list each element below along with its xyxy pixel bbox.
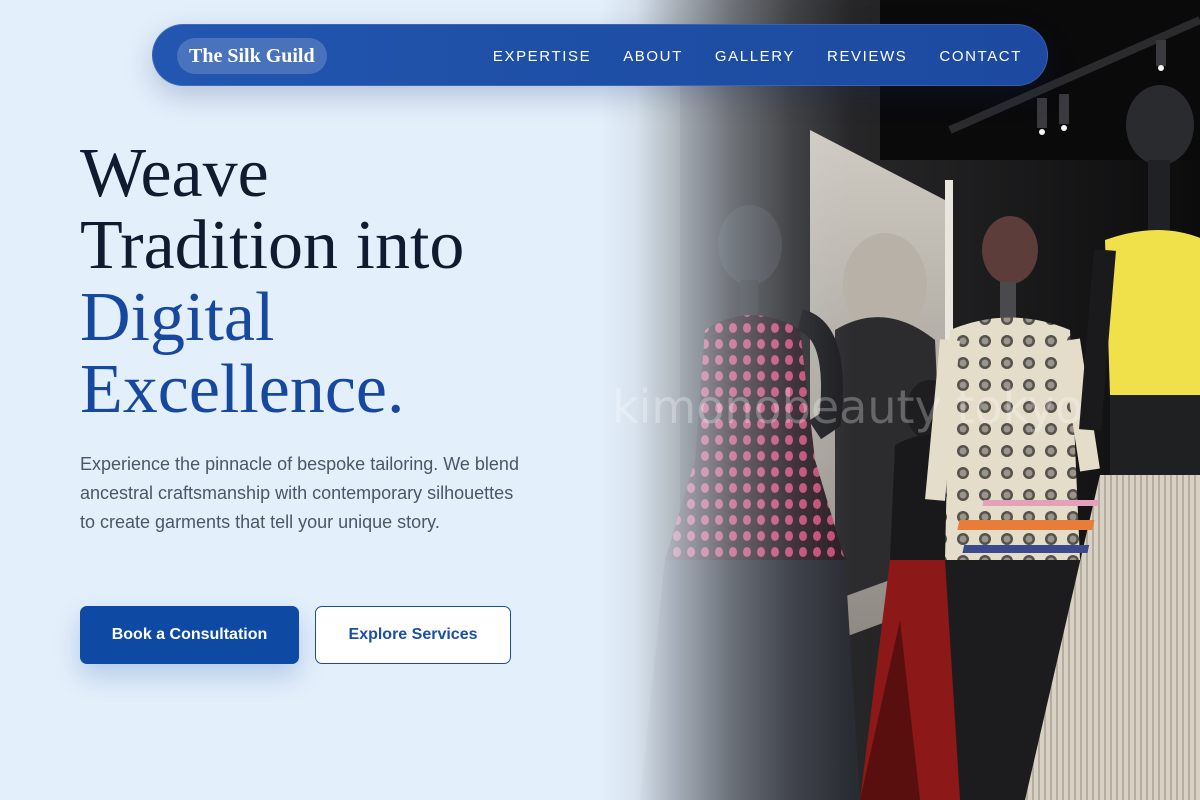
nav-link-expertise[interactable]: EXPERTISE <box>493 48 591 65</box>
explore-services-button[interactable]: Explore Services <box>315 606 511 664</box>
top-navigation-bar: The Silk Guild EXPERTISE ABOUT GALLERY R… <box>152 24 1048 86</box>
nav-links: EXPERTISE ABOUT GALLERY REVIEWS CONTACT <box>493 25 1022 87</box>
headline-accent-line-2: Excellence. <box>80 351 405 428</box>
hero-description: Experience the pinnacle of bespoke tailo… <box>80 454 519 532</box>
headline-accent-line-1: Digital <box>80 279 275 356</box>
nav-link-reviews[interactable]: REVIEWS <box>827 48 907 65</box>
image-watermark: kimonobeauty tokyo <box>612 380 1083 434</box>
book-consultation-button[interactable]: Book a Consultation <box>80 606 299 664</box>
nav-link-contact[interactable]: CONTACT <box>939 48 1022 65</box>
headline-line-2: Tradition into <box>80 207 465 284</box>
brand-logo[interactable]: The Silk Guild <box>177 38 327 74</box>
nav-link-gallery[interactable]: GALLERY <box>715 48 795 65</box>
headline-line-1: Weave <box>80 135 269 212</box>
hero-headline: Weave Tradition into Digital Excellence. <box>80 138 600 426</box>
nav-link-about[interactable]: ABOUT <box>623 48 683 65</box>
